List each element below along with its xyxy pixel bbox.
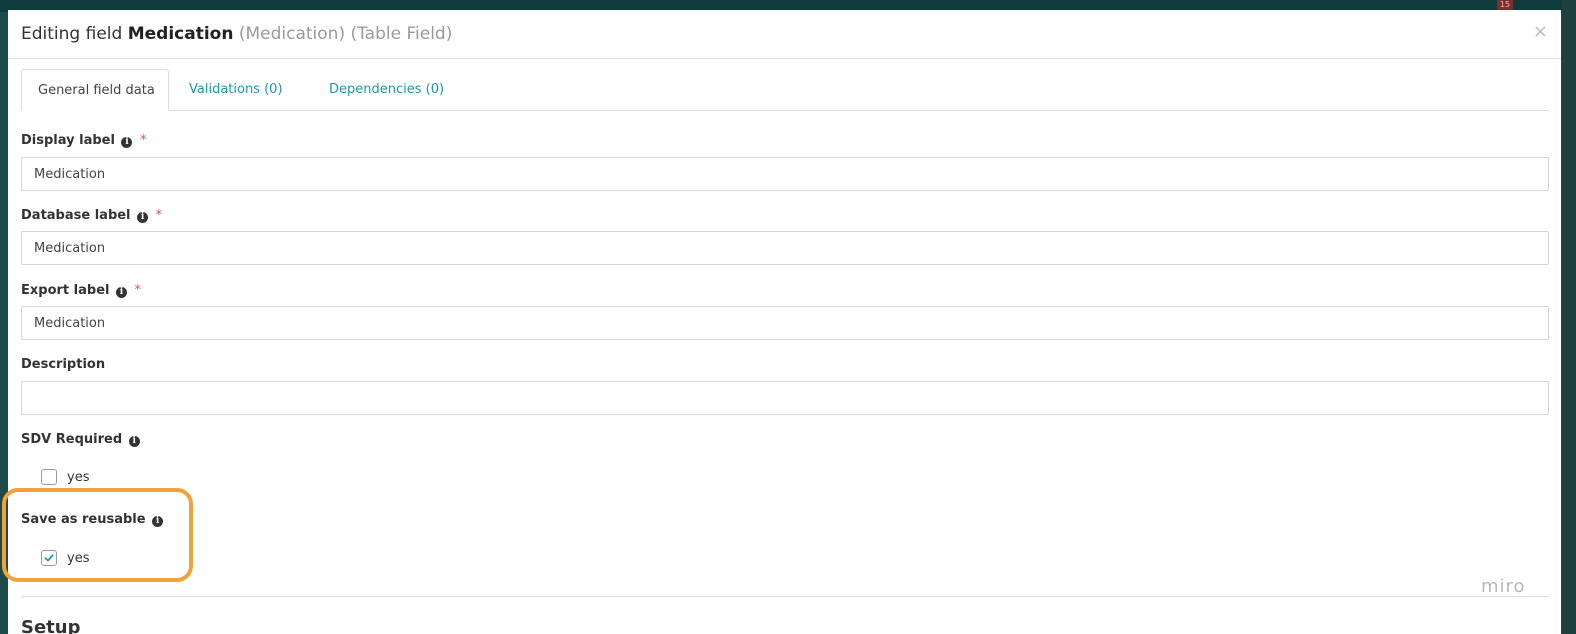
tab-validations[interactable]: Validations (0) <box>173 69 299 110</box>
highlight-annotation <box>2 488 193 582</box>
save-reusable-heading: Save as reusable i <box>21 512 164 527</box>
tab-bar: General field data Validations (0) Depen… <box>21 69 1549 111</box>
display-label-input[interactable] <box>21 157 1549 191</box>
export-label-text: Export label <box>21 283 110 298</box>
setup-section-title: Setup <box>21 617 81 634</box>
display-label-text: Display label <box>21 133 115 148</box>
title-field-type: (Table Field) <box>350 24 453 44</box>
info-icon[interactable]: i <box>152 516 164 527</box>
export-label-input[interactable] <box>21 306 1549 340</box>
info-icon[interactable]: i <box>121 137 133 148</box>
required-marker: * <box>134 283 142 298</box>
sdv-required-heading: SDV Required i <box>21 432 140 447</box>
description-text: Description <box>21 357 106 372</box>
required-marker: * <box>140 133 147 148</box>
section-divider <box>21 596 1549 597</box>
title-prefix: Editing field <box>21 24 123 44</box>
description-heading: Description <box>21 357 105 372</box>
sdv-required-option[interactable]: yes <box>41 467 89 487</box>
save-reusable-text: Save as reusable <box>21 512 146 527</box>
sdv-required-checkbox[interactable] <box>41 469 57 485</box>
modal-header: Editing field Medication (Medication) (T… <box>8 10 1561 59</box>
tab-dependencies[interactable]: Dependencies (0) <box>313 69 460 110</box>
database-label-heading: Database label i * <box>21 208 162 223</box>
save-reusable-checkbox[interactable] <box>41 550 57 566</box>
miro-watermark: miro <box>1481 576 1526 597</box>
notification-badge: 15 <box>1497 0 1513 10</box>
modal-title: Editing field Medication (Medication) (T… <box>21 24 452 44</box>
edit-field-modal: Editing field Medication (Medication) (T… <box>2 10 1561 634</box>
info-icon[interactable]: i <box>137 212 149 223</box>
display-label-heading: Display label i * <box>21 133 147 148</box>
required-marker: * <box>155 208 163 223</box>
title-field-name: Medication <box>127 24 234 44</box>
database-label-text: Database label <box>21 208 131 223</box>
sdv-required-text: SDV Required <box>21 432 123 447</box>
save-reusable-option-label: yes <box>67 550 90 566</box>
database-label-input[interactable] <box>21 231 1549 265</box>
description-input[interactable] <box>21 381 1549 415</box>
tab-general-field-data[interactable]: General field data <box>21 69 169 111</box>
title-database-name: (Medication) <box>238 24 346 44</box>
checkmark-icon <box>44 554 54 562</box>
save-reusable-option[interactable]: yes <box>41 548 89 568</box>
info-icon[interactable]: i <box>116 287 127 298</box>
info-icon[interactable]: i <box>128 436 140 447</box>
export-label-heading: Export label i * <box>21 283 141 298</box>
backdrop-scroll-area <box>1562 0 1576 634</box>
close-icon[interactable]: × <box>1533 22 1548 42</box>
sdv-required-option-label: yes <box>67 469 90 485</box>
